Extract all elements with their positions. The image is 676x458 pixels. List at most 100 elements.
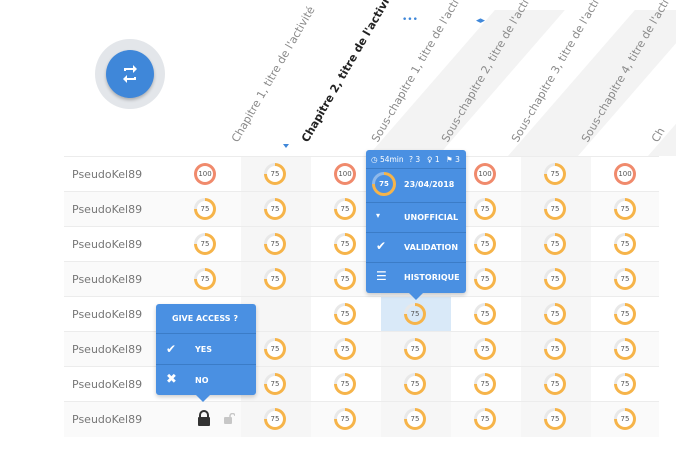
score-cell[interactable]: 75 — [451, 332, 521, 367]
score-cell[interactable]: 75 — [521, 367, 591, 402]
score-ring: 75 — [544, 338, 566, 360]
score-value: 75 — [477, 376, 493, 392]
score-cell[interactable]: 75 — [381, 402, 451, 437]
score-cell[interactable]: 75 — [451, 402, 521, 437]
score-value: 75 — [547, 201, 563, 217]
score-value: 75 — [617, 306, 633, 322]
pseudo-name[interactable]: PseudoKel89 — [72, 343, 142, 356]
close-icon: ✖ — [166, 372, 177, 387]
sync-button[interactable] — [106, 50, 154, 98]
score-cell[interactable]: 75 — [241, 402, 311, 437]
pseudo-name[interactable]: PseudoKel89 — [72, 308, 142, 321]
pseudo-name[interactable]: PseudoKel89 — [72, 378, 142, 391]
score-ring: 75 — [614, 268, 636, 290]
column-title[interactable]: Chapitre 1, titre de l'activité — [229, 4, 318, 144]
popup-score-value: 75 — [375, 175, 393, 193]
score-ring: 75 — [544, 373, 566, 395]
historique-menu-item[interactable]: ☰ HISTORIQUE — [366, 263, 466, 292]
question-icon: ? — [409, 155, 413, 164]
score-cell[interactable]: 75 — [311, 297, 381, 332]
score-cell[interactable]: 75 — [451, 297, 521, 332]
give-access-title: GIVE ACCESS ? — [172, 314, 238, 323]
score-value: 100 — [197, 166, 213, 182]
bulb-icon: ♀ — [427, 155, 433, 164]
score-cell[interactable]: 75 — [381, 332, 451, 367]
score-cell[interactable]: 75 — [311, 367, 381, 402]
score-cell[interactable]: 75 — [311, 402, 381, 437]
score-value: 75 — [337, 306, 353, 322]
score-cell[interactable]: 75 — [521, 262, 591, 297]
score-cell[interactable]: 75 — [521, 157, 591, 192]
score-cell[interactable]: 75 — [521, 332, 591, 367]
score-cell[interactable]: 75 — [241, 157, 311, 192]
score-cell[interactable]: 75 — [591, 227, 661, 262]
no-option[interactable]: ✖ NO — [156, 365, 256, 395]
sync-button-halo — [95, 39, 165, 109]
table-row: PseudoKel89 75 75 75 75 75 75 — [64, 366, 659, 402]
score-ring: 75 — [614, 303, 636, 325]
yes-option[interactable]: ✔ YES — [156, 334, 256, 364]
score-cell[interactable]: 75 — [521, 192, 591, 227]
score-ring: 75 — [404, 373, 426, 395]
score-ring: 75 — [544, 233, 566, 255]
pseudo-name[interactable]: PseudoKel89 — [72, 273, 142, 286]
activity-popup: ◷ 54min ? 3 ♀ 1 ⚑ 3 75 23/04/2018 ▾ UNOF… — [366, 150, 466, 300]
score-ring: 75 — [194, 198, 216, 220]
score-ring: 75 — [614, 198, 636, 220]
lock-icon[interactable] — [197, 410, 211, 426]
score-ring: 75 — [544, 303, 566, 325]
score-cell[interactable]: 75 — [591, 192, 661, 227]
pseudo-name[interactable]: PseudoKel89 — [72, 238, 142, 251]
score-cell[interactable]: 75 — [521, 402, 591, 437]
score-value: 75 — [267, 166, 283, 182]
score-cell[interactable]: 75 — [521, 297, 591, 332]
score-ring: 100 — [614, 163, 636, 185]
score-ring: 100 — [474, 163, 496, 185]
score-ring: 75 — [474, 303, 496, 325]
score-ring: 75 — [614, 233, 636, 255]
pseudo-name[interactable]: PseudoKel89 — [72, 413, 142, 426]
pseudo-name[interactable]: PseudoKel89 — [72, 203, 142, 216]
score-value: 100 — [477, 166, 493, 182]
questions-stat: ? 3 — [409, 155, 420, 164]
score-cell[interactable]: 75 — [451, 367, 521, 402]
score-cell[interactable]: 75 — [241, 227, 311, 262]
score-value: 75 — [337, 236, 353, 252]
score-cell[interactable]: 75 — [521, 227, 591, 262]
score-cell[interactable]: 75 — [241, 262, 311, 297]
historique-label: HISTORIQUE — [404, 273, 460, 282]
questions-value: 3 — [415, 155, 421, 164]
score-cell[interactable]: 75 — [241, 192, 311, 227]
score-value: 75 — [477, 236, 493, 252]
more-dots-icon[interactable]: ••• — [402, 16, 418, 25]
score-cell[interactable]: 75 — [591, 262, 661, 297]
score-ring: 75 — [404, 408, 426, 430]
score-cell[interactable]: 75 — [591, 402, 661, 437]
table-row: PseudoKel89 75 75 75 75 75 — [64, 296, 659, 332]
score-cell[interactable]: 75 — [591, 297, 661, 332]
results-grid-screen: Chapitre 1, titre de l'activité Chapitre … — [0, 0, 676, 458]
score-value: 75 — [267, 341, 283, 357]
sync-icon — [123, 65, 137, 83]
score-ring: 75 — [474, 408, 496, 430]
unofficial-label: UNOFFICIAL — [404, 213, 459, 222]
score-cell[interactable]: 75 — [171, 192, 241, 227]
validation-menu-item[interactable]: ✔ VALIDATION — [366, 233, 466, 262]
score-cell[interactable]: 75 — [591, 332, 661, 367]
score-cell[interactable]: 75 — [171, 227, 241, 262]
score-cell[interactable]: 75 — [311, 332, 381, 367]
scroll-arrows-icon[interactable]: ◂▸ — [476, 17, 485, 26]
score-cell[interactable]: 100 — [591, 157, 661, 192]
score-cell[interactable]: 75 — [171, 262, 241, 297]
score-cell[interactable]: 100 — [171, 157, 241, 192]
score-ring: 75 — [194, 268, 216, 290]
table-row: PseudoKel89 75 75 75 75 75 75 — [64, 261, 659, 297]
score-value: 75 — [617, 411, 633, 427]
pseudo-name[interactable]: PseudoKel89 — [72, 168, 142, 181]
unlock-icon[interactable] — [224, 413, 235, 424]
unofficial-menu-item[interactable]: ▾ UNOFFICIAL — [366, 203, 466, 232]
score-cell[interactable]: 75 — [381, 297, 451, 332]
duration-value: 54min — [379, 155, 404, 164]
score-cell[interactable]: 75 — [381, 367, 451, 402]
score-cell[interactable]: 75 — [591, 367, 661, 402]
